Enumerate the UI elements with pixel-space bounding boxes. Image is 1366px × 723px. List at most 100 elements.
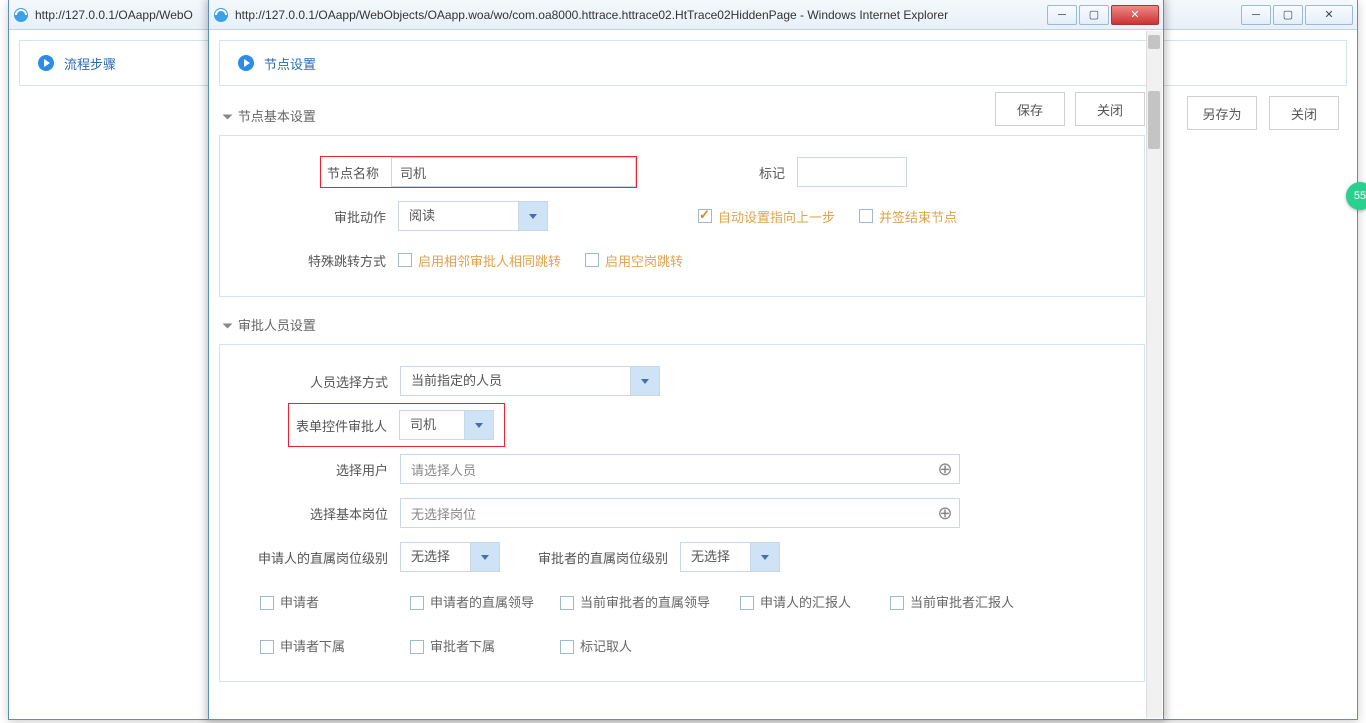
row-checks-2: 申请者下属 审批者下属 标记取人 — [230, 623, 1134, 667]
select-mode-select[interactable]: 当前指定的人员 — [400, 366, 660, 396]
plus-icon[interactable]: ⊕ — [931, 499, 959, 527]
select-user-label: 选择用户 — [230, 460, 400, 479]
maximize-button[interactable]: ▢ — [1079, 5, 1109, 25]
approver-rank-label: 审批者的直属岗位级别 — [500, 548, 680, 567]
ie-icon — [13, 7, 29, 23]
bullet-icon — [238, 55, 254, 71]
ie-icon — [213, 7, 229, 23]
approver-rank-select[interactable]: 无选择 — [680, 542, 780, 572]
current-approver-reporter-checkbox[interactable] — [890, 596, 904, 610]
chevron-down-icon[interactable] — [470, 542, 500, 572]
select-user-placeholder: 请选择人员 — [401, 460, 931, 479]
current-approver-leader-checkbox[interactable] — [560, 596, 574, 610]
section-people-title: 审批人员设置 — [219, 297, 1145, 344]
row-checks-1: 申请者 申请者的直属领导 当前审批者的直属领导 申请人的汇报人 当前审批者汇报人 — [230, 579, 1134, 623]
plus-icon[interactable]: ⊕ — [931, 455, 959, 483]
current-approver-leader-check-label: 当前审批者的直属领导 — [580, 595, 710, 610]
auto-prev-label: 自动设置指向上一步 — [718, 207, 835, 226]
parent-window-buttons: ─ ▢ ✕ — [1239, 5, 1353, 25]
approve-action-value: 阅读 — [398, 201, 518, 231]
caret-icon — [223, 115, 233, 120]
select-user-picker[interactable]: 请选择人员 ⊕ — [400, 454, 960, 484]
row-node-name: 节点名称 标记 — [230, 150, 1134, 194]
jump-adjacent-label: 启用相邻审批人相同跳转 — [418, 251, 561, 270]
node-name-label: 节点名称 — [321, 163, 391, 182]
select-post-picker[interactable]: 无选择岗位 ⊕ — [400, 498, 960, 528]
scroll-thumb[interactable] — [1148, 91, 1160, 149]
dialog-titlebar: http://127.0.0.1/OAapp/WebObjects/OAapp.… — [209, 0, 1163, 30]
section-people-label: 审批人员设置 — [238, 318, 316, 333]
dialog-url: http://127.0.0.1/OAapp/WebObjects/OAapp.… — [235, 8, 1045, 22]
approver-sub-checkbox[interactable] — [410, 640, 424, 654]
minimize-button[interactable]: ─ — [1241, 5, 1271, 25]
chevron-down-icon[interactable] — [464, 410, 494, 440]
applicant-reporter-checkbox[interactable] — [740, 596, 754, 610]
form-scroll-area: 节点基本设置 节点名称 标记 审批动作 阅读 自动设置指向上一步 — [219, 88, 1145, 709]
scroll-up-arrow[interactable] — [1148, 35, 1160, 49]
close-window-button[interactable]: ✕ — [1111, 5, 1159, 25]
select-post-label: 选择基本岗位 — [230, 504, 400, 523]
chevron-down-icon[interactable] — [750, 542, 780, 572]
bullet-icon — [38, 55, 54, 71]
auto-prev-checkbox[interactable] — [698, 209, 712, 223]
parent-close-button[interactable]: 关闭 — [1269, 96, 1339, 130]
select-post-placeholder: 无选择岗位 — [401, 504, 931, 523]
section-basic-label: 节点基本设置 — [238, 109, 316, 124]
applicant-checkbox[interactable] — [260, 596, 274, 610]
applicant-sub-checkbox[interactable] — [260, 640, 274, 654]
caret-icon — [223, 324, 233, 329]
applicant-sub-check-label: 申请者下属 — [280, 639, 345, 654]
marker-check-label: 标记取人 — [580, 639, 632, 654]
parent-toolbar: 另存为 关闭 — [1187, 96, 1339, 130]
jump-empty-checkbox[interactable] — [585, 253, 599, 267]
section-basic-box: 节点名称 标记 审批动作 阅读 自动设置指向上一步 并签结束节点 特殊跳转 — [219, 135, 1145, 297]
mark-input[interactable] — [797, 157, 907, 187]
applicant-rank-label: 申请人的直属岗位级别 — [230, 548, 400, 567]
approve-action-label: 审批动作 — [230, 207, 398, 226]
row-select-user: 选择用户 请选择人员 ⊕ — [230, 447, 1134, 491]
applicant-rank-value: 无选择 — [400, 542, 470, 572]
row-jump: 特殊跳转方式 启用相邻审批人相同跳转 启用空岗跳转 — [230, 238, 1134, 282]
applicant-leader-checkbox[interactable] — [410, 596, 424, 610]
dialog-window: http://127.0.0.1/OAapp/WebObjects/OAapp.… — [208, 0, 1164, 720]
section-basic-title: 节点基本设置 — [219, 88, 1145, 135]
mark-label: 标记 — [697, 163, 797, 182]
row-select-mode: 人员选择方式 当前指定的人员 — [230, 359, 1134, 403]
select-mode-label: 人员选择方式 — [230, 372, 400, 391]
form-approver-value: 司机 — [399, 410, 464, 440]
row-ranks: 申请人的直属岗位级别 无选择 审批者的直属岗位级别 无选择 — [230, 535, 1134, 579]
current-approver-reporter-check-label: 当前审批者汇报人 — [910, 595, 1014, 610]
dialog-window-buttons: ─ ▢ ✕ — [1045, 5, 1159, 25]
section-people-box: 人员选择方式 当前指定的人员 表单控件审批人 司机 选择用户 — [219, 344, 1145, 682]
select-mode-value: 当前指定的人员 — [400, 366, 630, 396]
node-name-highlight: 节点名称 — [320, 156, 637, 188]
form-approver-label: 表单控件审批人 — [289, 416, 399, 435]
maximize-button[interactable]: ▢ — [1273, 5, 1303, 25]
close-window-button[interactable]: ✕ — [1305, 5, 1353, 25]
dialog-panel-header: 节点设置 — [219, 40, 1153, 86]
chevron-down-icon[interactable] — [630, 366, 660, 396]
form-approver-select[interactable]: 司机 — [399, 410, 494, 440]
approve-action-select[interactable]: 阅读 — [398, 201, 548, 231]
approver-rank-value: 无选择 — [680, 542, 750, 572]
approver-sub-check-label: 审批者下属 — [430, 639, 495, 654]
scrollbar[interactable] — [1146, 31, 1162, 718]
form-approver-highlight: 表单控件审批人 司机 — [288, 403, 505, 447]
chevron-down-icon[interactable] — [518, 201, 548, 231]
side-badge[interactable]: 55 — [1346, 182, 1366, 210]
row-select-post: 选择基本岗位 无选择岗位 ⊕ — [230, 491, 1134, 535]
parent-panel-title: 流程步骤 — [64, 54, 116, 73]
applicant-leader-check-label: 申请者的直属领导 — [430, 595, 534, 610]
jump-label: 特殊跳转方式 — [230, 251, 398, 270]
jump-adjacent-checkbox[interactable] — [398, 253, 412, 267]
minimize-button[interactable]: ─ — [1047, 5, 1077, 25]
applicant-rank-select[interactable]: 无选择 — [400, 542, 500, 572]
node-name-input[interactable] — [391, 157, 636, 187]
row-form-approver: 表单控件审批人 司机 — [230, 403, 1134, 447]
dialog-panel-title: 节点设置 — [264, 54, 316, 73]
jump-empty-label: 启用空岗跳转 — [605, 251, 683, 270]
save-as-button[interactable]: 另存为 — [1187, 96, 1257, 130]
end-node-checkbox[interactable] — [859, 209, 873, 223]
marker-checkbox[interactable] — [560, 640, 574, 654]
end-node-label: 并签结束节点 — [879, 207, 957, 226]
